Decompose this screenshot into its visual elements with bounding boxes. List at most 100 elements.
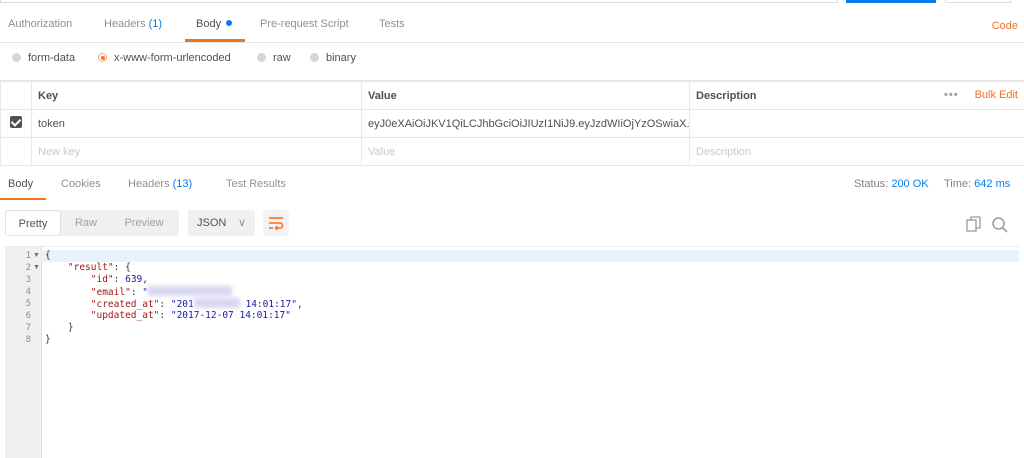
brace: } — [68, 322, 74, 333]
description-cell[interactable] — [690, 110, 1024, 138]
code-line: "id": 639, — [45, 274, 148, 286]
line-number: 8 — [5, 334, 31, 346]
time-readout: Time: 642 ms — [944, 178, 1010, 190]
punct: : — [159, 299, 170, 310]
fold-arrow-icon[interactable]: ▼ — [33, 262, 40, 274]
table-actions: ••• Bulk Edit — [944, 89, 1018, 101]
status-readout: Status: 200 OK — [854, 178, 929, 190]
wrap-lines-button[interactable] — [263, 210, 289, 236]
url-input-edge[interactable] — [0, 0, 838, 3]
resp-tab-headers-label: Headers — [128, 178, 170, 190]
line-number: 5 — [5, 298, 31, 310]
tab-tests[interactable]: Tests — [379, 18, 405, 30]
copy-icon[interactable] — [966, 216, 982, 235]
key-cell[interactable]: token — [32, 110, 362, 138]
code-link[interactable]: Code — [992, 20, 1018, 32]
table-header-row: Key Value Description •••Bulk Edit — [1, 82, 1024, 110]
radio-binary[interactable]: binary — [310, 52, 356, 64]
body-type-selector: form-data x-www-form-urlencoded raw bina… — [0, 42, 1024, 81]
format-select[interactable]: JSON ∨ — [188, 210, 255, 236]
code-line: "updated_at": "2017-12-07 14:01:17" — [45, 310, 291, 322]
checkbox-checked-icon[interactable] — [10, 116, 22, 128]
redacted-email — [148, 286, 232, 296]
send-button-edge[interactable] — [846, 0, 936, 3]
checkbox-header — [1, 82, 32, 110]
punct: : — [114, 274, 125, 285]
value-cell[interactable]: eyJ0eXAiOiJKV1QiLCJhbGciOiJIUzI1NiJ9.eyJ… — [362, 110, 690, 138]
bulk-edit-link[interactable]: Bulk Edit — [975, 89, 1018, 101]
resp-headers-count: (13) — [173, 178, 193, 190]
radio-x-www-form-urlencoded[interactable]: x-www-form-urlencoded — [98, 52, 231, 64]
top-toolbar-edge — [0, 0, 1024, 4]
line-number: 1 — [5, 250, 31, 262]
punct: : — [131, 287, 142, 298]
request-tabs: Authorization Headers (1) Body Pre-reque… — [0, 10, 1024, 43]
response-body-editor[interactable]: 1▼ 2▼ 3 4 5 6 7 8 { "result": { "id": 63… — [5, 246, 1019, 458]
format-value: JSON — [197, 217, 226, 229]
punct: : — [159, 310, 170, 321]
chevron-down-icon: ∨ — [238, 210, 246, 236]
radio-on-icon — [98, 53, 107, 62]
view-raw-button[interactable]: Raw — [61, 210, 111, 236]
code-line: } — [45, 322, 74, 334]
json-string: "201 — [171, 299, 194, 310]
wrap-lines-icon — [268, 216, 284, 230]
redacted-date — [194, 298, 240, 308]
new-row: New key Value Description — [1, 138, 1024, 166]
headers-count: (1) — [149, 18, 162, 30]
radio-form-data[interactable]: form-data — [12, 52, 75, 64]
line-number: 6 — [5, 310, 31, 322]
line-number-gutter: 1▼ 2▼ 3 4 5 6 7 8 — [5, 247, 42, 458]
json-key: "created_at" — [91, 299, 160, 310]
key-header: Key — [32, 82, 362, 110]
view-preview-button[interactable]: Preview — [111, 210, 177, 236]
json-string: 14:01:17" — [240, 299, 297, 310]
resp-tab-headers[interactable]: Headers (13) — [128, 178, 192, 190]
radio-label: raw — [273, 52, 291, 64]
punct: , — [142, 274, 148, 285]
punct: , — [297, 299, 303, 310]
active-line-highlight — [41, 250, 1019, 262]
radio-label: x-www-form-urlencoded — [114, 52, 231, 64]
radio-raw[interactable]: raw — [257, 52, 291, 64]
description-header: Description ••• Bulk Edit — [690, 82, 1024, 110]
tab-headers[interactable]: Headers (1) — [104, 18, 162, 30]
radio-off-icon — [257, 53, 266, 62]
radio-off-icon — [310, 53, 319, 62]
time-value: 642 ms — [974, 178, 1010, 190]
resp-tab-cookies[interactable]: Cookies — [61, 178, 101, 190]
resp-tab-body[interactable]: Body — [8, 178, 33, 190]
new-description-input[interactable]: Description — [690, 138, 1024, 166]
tab-body[interactable]: Body — [196, 18, 232, 30]
code-line: } — [45, 334, 51, 346]
fold-arrow-icon[interactable]: ▼ — [33, 250, 40, 262]
view-mode-group: Pretty Raw Preview — [5, 210, 179, 236]
new-key-input[interactable]: New key — [32, 138, 362, 166]
tab-pre-request-script[interactable]: Pre-request Script — [260, 18, 349, 30]
description-header-label: Description — [696, 90, 757, 102]
code-line: { — [45, 250, 51, 262]
status-label: Status: — [854, 178, 888, 190]
tab-authorization[interactable]: Authorization — [8, 18, 72, 30]
tab-headers-label: Headers — [104, 18, 146, 30]
punct: : { — [114, 262, 131, 273]
brace: } — [45, 334, 51, 345]
line-number: 7 — [5, 322, 31, 334]
json-key: "result" — [68, 262, 114, 273]
table-row: token eyJ0eXAiOiJKV1QiLCJhbGciOiJIUzI1Ni… — [1, 110, 1024, 138]
view-pretty-button[interactable]: Pretty — [5, 210, 61, 236]
save-button-edge[interactable] — [945, 0, 1011, 3]
resp-tab-test-results[interactable]: Test Results — [226, 178, 286, 190]
new-value-input[interactable]: Value — [362, 138, 690, 166]
radio-label: form-data — [28, 52, 75, 64]
line-number: 3 — [5, 274, 31, 286]
status-value: 200 OK — [891, 178, 928, 190]
code-line: "result": { — [45, 262, 131, 274]
tab-body-label: Body — [196, 18, 221, 30]
json-key: "id" — [91, 274, 114, 285]
time-label: Time: — [944, 178, 971, 190]
json-key: "email" — [91, 287, 131, 298]
json-number: 639 — [125, 274, 142, 285]
more-options-icon[interactable]: ••• — [944, 89, 959, 101]
search-icon[interactable] — [991, 216, 1009, 237]
